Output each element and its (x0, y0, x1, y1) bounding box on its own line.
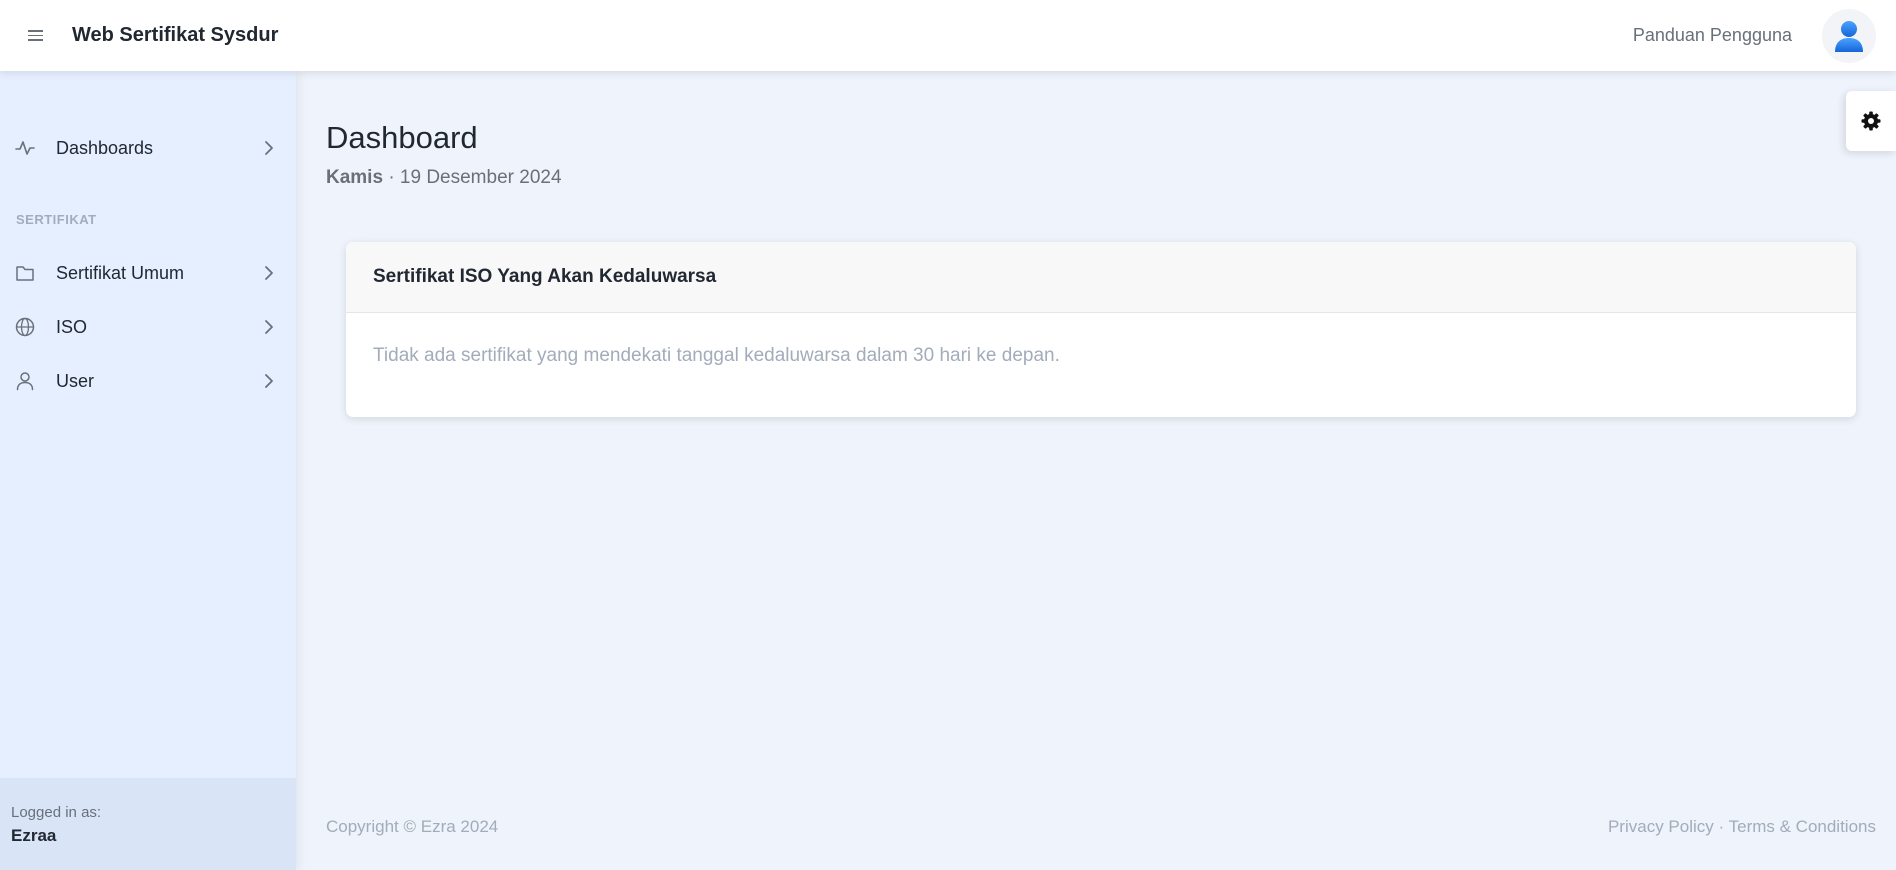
chevron-right-icon (264, 373, 274, 389)
activity-icon (15, 139, 41, 157)
sidebar-item-label: Sertifikat Umum (56, 262, 185, 283)
page-title: Dashboard (326, 120, 478, 155)
user-avatar-icon (1835, 20, 1863, 52)
logged-in-username: Ezraa (11, 826, 57, 845)
folder-icon (15, 264, 41, 282)
footer-separator: · (1718, 817, 1725, 836)
card-empty-message: Tidak ada sertifikat yang mendekati tang… (373, 345, 1060, 366)
sidebar-item-label: User (56, 370, 95, 391)
sidebar: Dashboards SERTIFIKAT Sertifikat Umum IS… (0, 71, 296, 870)
footer-links: Privacy Policy · Terms & Conditions (1608, 817, 1876, 837)
brand-title[interactable]: Web Sertifikat Sysdur (72, 24, 278, 47)
globe-icon (15, 317, 41, 337)
chevron-right-icon (264, 319, 274, 335)
user-icon (15, 371, 41, 391)
sidebar-footer: Logged in as: Ezraa (0, 778, 296, 870)
sidebar-item-dashboards[interactable]: Dashboards (0, 128, 296, 168)
expiring-iso-card: Sertifikat ISO Yang Akan Kedaluwarsa Tid… (346, 242, 1856, 417)
user-menu-button[interactable] (1822, 8, 1876, 63)
logged-in-label: Logged in as: (11, 804, 102, 821)
page-date: Kamis · 19 Desember 2024 (326, 167, 562, 189)
sidebar-item-label: ISO (56, 316, 88, 337)
copyright-text: Copyright © Ezra 2024 (326, 817, 499, 836)
page-date-day: Kamis (326, 167, 384, 188)
hamburger-icon (27, 27, 43, 44)
sidebar-item-sertifikat-umum[interactable]: Sertifikat Umum (0, 253, 296, 293)
top-navbar: Web Sertifikat Sysdur Panduan Pengguna (0, 0, 1896, 71)
sidebar-item-label: Dashboards (56, 137, 154, 158)
settings-button[interactable] (1846, 91, 1896, 151)
privacy-policy-link[interactable]: Privacy Policy (1608, 817, 1714, 836)
user-guide-link[interactable]: Panduan Pengguna (1633, 25, 1792, 46)
sidebar-toggle-button[interactable] (18, 19, 52, 53)
gear-icon (1861, 111, 1881, 131)
sidebar-section-heading: SERTIFIKAT (16, 212, 97, 227)
chevron-right-icon (264, 140, 274, 156)
terms-conditions-link[interactable]: Terms & Conditions (1729, 817, 1876, 836)
card-title: Sertifikat ISO Yang Akan Kedaluwarsa (346, 242, 1856, 313)
chevron-right-icon (264, 265, 274, 281)
sidebar-item-iso[interactable]: ISO (0, 307, 296, 347)
page-date-value: · 19 Desember 2024 (388, 167, 562, 188)
sidebar-item-user[interactable]: User (0, 361, 296, 401)
